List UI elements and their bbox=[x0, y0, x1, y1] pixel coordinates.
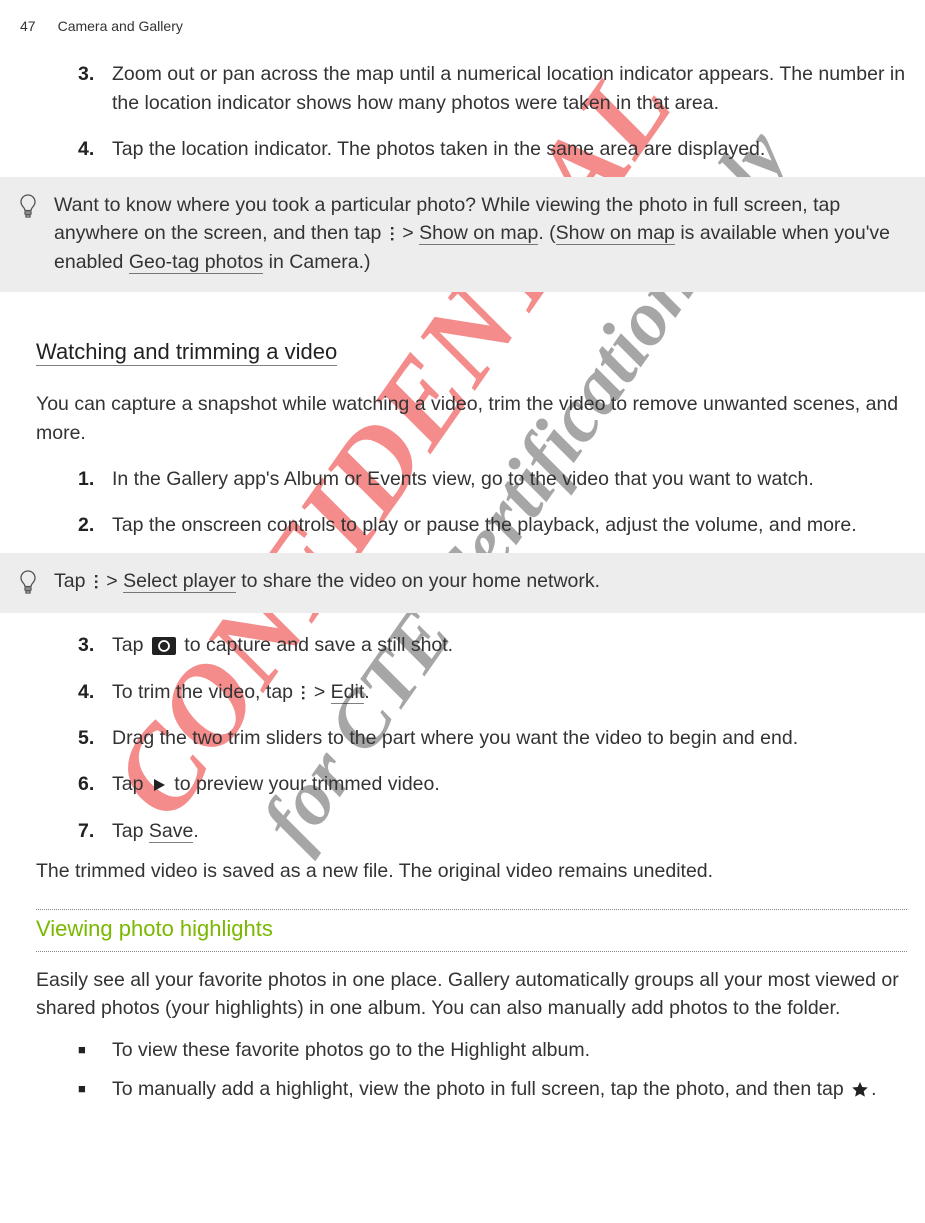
step-number: 3. bbox=[78, 631, 112, 659]
step-7: 7. Tap Save. bbox=[78, 817, 907, 845]
text: > bbox=[308, 681, 330, 703]
list-item: ■ To manually add a highlight, view the … bbox=[78, 1075, 907, 1103]
text: to capture and save a still shot. bbox=[179, 634, 453, 656]
text: > bbox=[101, 570, 123, 592]
text: . bbox=[364, 681, 369, 703]
play-icon bbox=[151, 777, 167, 793]
step-4: 4. Tap the location indicator. The photo… bbox=[78, 135, 907, 163]
list-text: To manually add a highlight, view the ph… bbox=[112, 1075, 907, 1103]
tip-box-1: Want to know where you took a particular… bbox=[0, 177, 925, 292]
step-text: In the Gallery app's Album or Events vie… bbox=[112, 465, 907, 493]
heading-viewing-highlights: Viewing photo highlights bbox=[36, 913, 273, 945]
step-text: Tap Save. bbox=[112, 817, 907, 845]
text: to share the video on your home network. bbox=[236, 570, 600, 592]
setting-geo-tag: Geo-tag photos bbox=[129, 251, 263, 274]
more-icon bbox=[93, 574, 99, 590]
chapter-title: Camera and Gallery bbox=[58, 16, 183, 36]
bullet: ■ bbox=[78, 1036, 112, 1064]
step-text: Tap to preview your trimmed video. bbox=[112, 770, 907, 798]
step-3: 3. Zoom out or pan across the map until … bbox=[78, 60, 907, 117]
closing-text: The trimmed video is saved as a new file… bbox=[36, 857, 907, 885]
camera-icon bbox=[151, 636, 177, 656]
text: > bbox=[397, 222, 419, 244]
text: to preview your trimmed video. bbox=[169, 773, 440, 795]
step-text: To trim the video, tap > Edit. bbox=[112, 678, 907, 706]
step-text: Tap the onscreen controls to play or pau… bbox=[112, 511, 907, 539]
more-icon bbox=[300, 685, 306, 701]
menu-show-on-map: Show on map bbox=[556, 222, 675, 245]
tip-box-2: Tap > Select player to share the video o… bbox=[0, 553, 925, 613]
lightbulb-icon bbox=[18, 191, 50, 276]
intro-text: You can capture a snapshot while watchin… bbox=[36, 390, 907, 447]
step-text: Tap to capture and save a still shot. bbox=[112, 631, 907, 659]
lightbulb-icon bbox=[18, 567, 50, 597]
step-5: 5. Drag the two trim sliders to the part… bbox=[78, 724, 907, 752]
step-1: 1. In the Gallery app's Album or Events … bbox=[78, 465, 907, 493]
star-icon bbox=[851, 1081, 869, 1099]
step-number: 6. bbox=[78, 770, 112, 798]
text: Tap bbox=[112, 634, 149, 656]
step-text: Tap the location indicator. The photos t… bbox=[112, 135, 907, 163]
intro-text: Easily see all your favorite photos in o… bbox=[36, 966, 907, 1023]
text: Tap bbox=[54, 570, 91, 592]
list-item: ■ To view these favorite photos go to th… bbox=[78, 1036, 907, 1064]
menu-select-player: Select player bbox=[123, 570, 236, 593]
text: in Camera.) bbox=[263, 251, 370, 273]
step-number: 7. bbox=[78, 817, 112, 845]
heading-watching-trimming: Watching and trimming a video bbox=[36, 338, 337, 367]
page-header: 47 Camera and Gallery bbox=[0, 0, 925, 42]
bullet: ■ bbox=[78, 1075, 112, 1103]
tip-text: Want to know where you took a particular… bbox=[50, 191, 905, 276]
button-save: Save bbox=[149, 820, 193, 843]
step-text: Drag the two trim sliders to the part wh… bbox=[112, 724, 907, 752]
tip-text: Tap > Select player to share the video o… bbox=[50, 567, 905, 597]
menu-edit: Edit bbox=[331, 681, 365, 704]
text: . bbox=[871, 1078, 876, 1100]
menu-show-on-map: Show on map bbox=[419, 222, 538, 245]
text: Tap bbox=[112, 820, 149, 842]
step-number: 3. bbox=[78, 60, 112, 117]
page-number: 47 bbox=[20, 16, 36, 36]
text: To trim the video, tap bbox=[112, 681, 298, 703]
text: . bbox=[193, 820, 198, 842]
step-number: 1. bbox=[78, 465, 112, 493]
step-3b: 3. Tap to capture and save a still shot. bbox=[78, 631, 907, 659]
more-icon bbox=[389, 226, 395, 242]
step-number: 2. bbox=[78, 511, 112, 539]
step-2: 2. Tap the onscreen controls to play or … bbox=[78, 511, 907, 539]
text: . ( bbox=[538, 222, 555, 244]
page-content: 3. Zoom out or pan across the map until … bbox=[0, 60, 925, 1103]
step-text: Zoom out or pan across the map until a n… bbox=[112, 60, 907, 117]
text: To manually add a highlight, view the ph… bbox=[112, 1078, 849, 1100]
step-6: 6. Tap to preview your trimmed video. bbox=[78, 770, 907, 798]
text: Tap bbox=[112, 773, 149, 795]
section-divider bbox=[36, 951, 907, 952]
list-text: To view these favorite photos go to the … bbox=[112, 1036, 907, 1064]
step-number: 4. bbox=[78, 678, 112, 706]
step-number: 5. bbox=[78, 724, 112, 752]
step-number: 4. bbox=[78, 135, 112, 163]
step-4b: 4. To trim the video, tap > Edit. bbox=[78, 678, 907, 706]
